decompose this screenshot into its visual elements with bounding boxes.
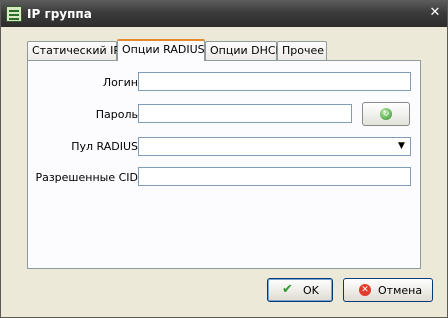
ok-button[interactable]: ✔ OK [267,278,333,302]
tab-radius-options-label: Опции RADIUS [122,43,205,56]
radius-pool-label: Пул RADIUS [71,140,138,153]
ok-button-label: OK [303,284,319,297]
radius-pool-select[interactable]: ▼ [138,137,411,156]
tab-other[interactable]: Прочее [277,41,327,60]
tab-radius-options[interactable]: Опции RADIUS [117,39,205,61]
chevron-down-icon[interactable]: ▼ [394,139,409,154]
tab-dhcp-options-label: Опции DHCP [210,44,283,57]
allowed-cid-label: Разрешенные CID [35,171,138,184]
login-label: Логин [102,76,138,89]
tab-static-ip-label: Статический IP [32,44,121,57]
tab-dhcp-options[interactable]: Опции DHCP [205,41,282,60]
radius-options-panel: Логин Пароль ↻ Пул RADIUS ▼ Разрешенные … [27,60,421,269]
ip-group-dialog: IP группа ✕ Статический IP Опции RADIUS … [0,0,448,318]
generate-password-button[interactable]: ↻ [362,102,410,126]
password-input[interactable] [138,104,352,123]
window-title: IP группа [27,7,92,21]
cancel-button[interactable]: ✕ Отмена [343,278,433,302]
allowed-cid-input[interactable] [138,167,411,186]
password-label: Пароль [95,108,138,121]
close-icon[interactable]: ✕ [427,5,443,21]
title-bar[interactable]: IP группа ✕ [1,1,447,27]
checkmark-icon: ✔ [282,282,293,297]
tab-other-label: Прочее [282,44,325,57]
tab-static-ip[interactable]: Статический IP [27,41,121,60]
grid-app-icon [6,6,22,22]
cancel-icon: ✕ [359,284,371,296]
generate-password-icon: ↻ [380,108,392,120]
cancel-button-label: Отмена [378,284,423,297]
login-input[interactable] [138,72,411,91]
